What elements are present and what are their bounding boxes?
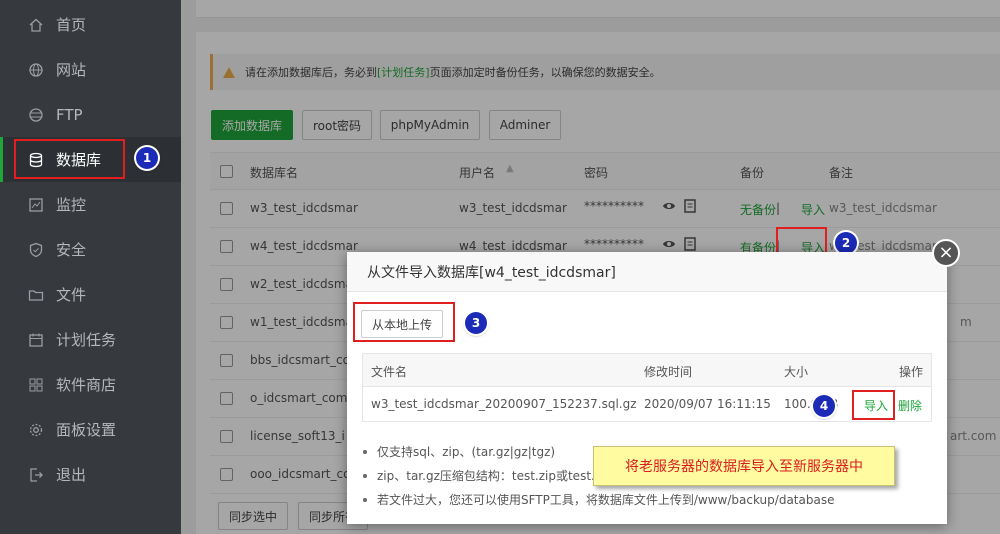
sidebar-item-cron[interactable]: 计划任务 xyxy=(0,317,181,362)
file-name: w3_test_idcdsmar_20200907_152237.sql.gz xyxy=(371,397,637,411)
sidebar-item-store[interactable]: 软件商店 xyxy=(0,362,181,407)
sidebar-item-settings[interactable]: 面板设置 xyxy=(0,407,181,452)
globe-icon xyxy=(28,62,44,78)
close-icon[interactable]: × xyxy=(932,239,960,267)
shield-icon xyxy=(28,242,44,258)
callout-box-file-import xyxy=(852,390,895,420)
sidebar-item-label: 监控 xyxy=(56,196,87,214)
modal-title: 从文件导入数据库[w4_test_idcdsmar] xyxy=(347,252,947,292)
folder-icon xyxy=(28,287,44,303)
sidebar-item-label: 计划任务 xyxy=(56,331,117,349)
grid-icon xyxy=(28,377,44,393)
tip-item: 若文件过大，您还可以使用SFTP工具，将数据库文件上传到/www/backup/… xyxy=(363,491,834,508)
logout-icon xyxy=(28,467,44,483)
sidebar-item-label: 退出 xyxy=(56,466,87,484)
sidebar-item-label: FTP xyxy=(56,105,83,124)
callout-badge-1: 1 xyxy=(136,147,158,169)
sidebar-item-files[interactable]: 文件 xyxy=(0,272,181,317)
sidebar-item-security[interactable]: 安全 xyxy=(0,227,181,272)
callout-box-upload xyxy=(353,302,455,342)
callout-badge-4: 4 xyxy=(813,395,835,417)
sidebar-item-label: 文件 xyxy=(56,286,87,304)
sidebar-item-website[interactable]: 网站 xyxy=(0,47,181,92)
sidebar-item-monitor[interactable]: 监控 xyxy=(0,182,181,227)
col-action: 操作 xyxy=(899,365,924,379)
sidebar-item-label: 首页 xyxy=(56,16,87,34)
callout-badge-3: 3 xyxy=(465,312,487,334)
file-row: w3_test_idcdsmar_20200907_152237.sql.gz … xyxy=(362,387,932,422)
monitor-icon xyxy=(28,197,44,213)
sidebar-item-label: 面板设置 xyxy=(56,421,117,439)
file-delete-link[interactable]: 删除 xyxy=(898,397,922,414)
file-table-header: 文件名 修改时间 大小 操作 xyxy=(362,353,932,387)
col-size: 大小 xyxy=(784,365,809,379)
home-icon xyxy=(28,17,44,33)
file-mtime: 2020/09/07 16:11:15 xyxy=(644,397,771,411)
col-filename: 文件名 xyxy=(371,365,408,379)
ftp-icon xyxy=(28,107,44,123)
calendar-icon xyxy=(28,332,44,348)
sidebar-item-logout[interactable]: 退出 xyxy=(0,452,181,497)
callout-badge-2: 2 xyxy=(835,232,857,254)
callout-box-database xyxy=(14,139,125,179)
sidebar-item-label: 网站 xyxy=(56,61,87,79)
sidebar-item-label: 安全 xyxy=(56,241,87,259)
annotation-note: 将老服务器的数据库导入至新服务器中 xyxy=(593,446,895,486)
col-mtime: 修改时间 xyxy=(644,365,693,379)
tip-item: 仅支持sql、zip、(tar.gz|gz|tgz) xyxy=(363,443,555,460)
gear-icon xyxy=(28,422,44,438)
sidebar-item-home[interactable]: 首页 xyxy=(0,2,181,47)
sidebar-item-label: 软件商店 xyxy=(56,376,117,394)
sidebar-item-ftp[interactable]: FTP xyxy=(0,92,181,137)
sidebar: 首页 网站 FTP 数据库 监控 安全 文件 计划任务 软件商店 面板设置 退出 xyxy=(0,0,181,534)
